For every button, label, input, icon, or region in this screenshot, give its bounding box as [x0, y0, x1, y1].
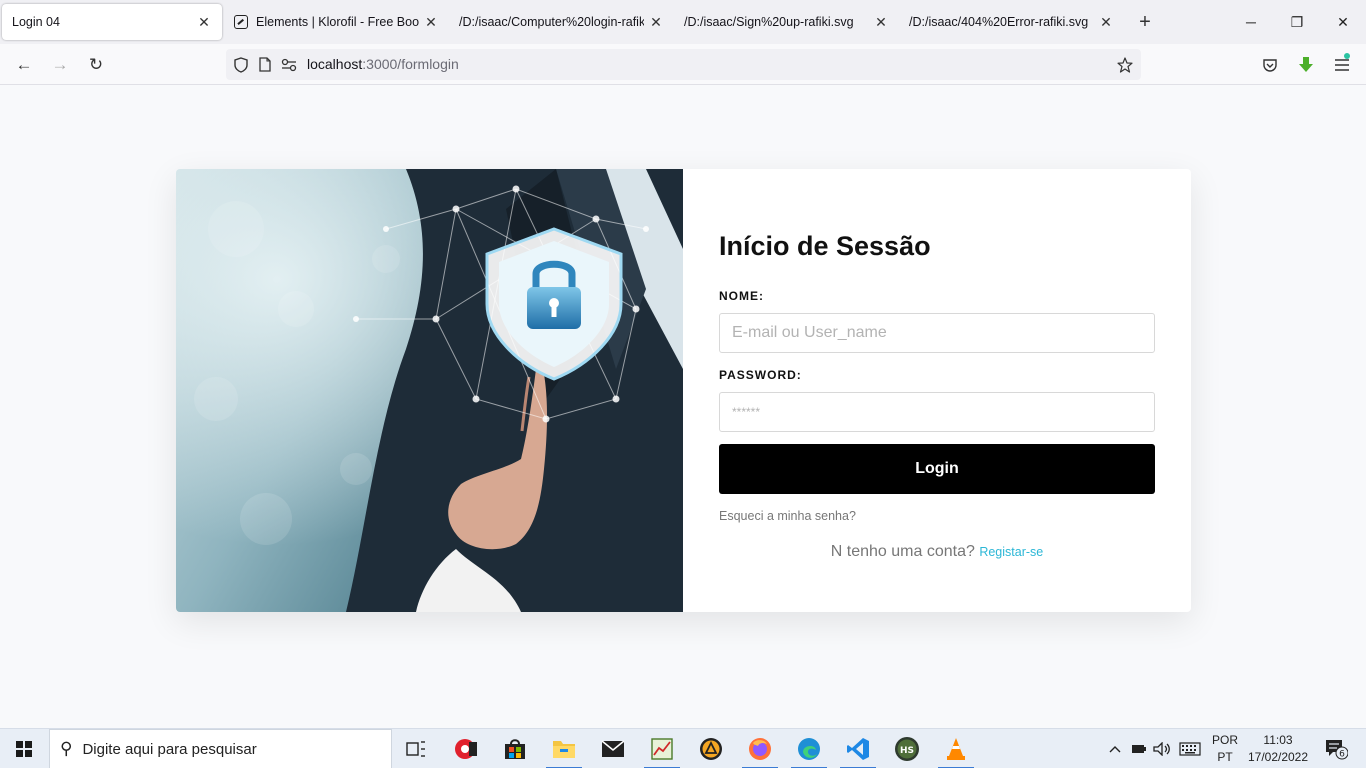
password-label: PASSWORD: — [719, 368, 802, 382]
download-extension-icon[interactable] — [1293, 52, 1319, 78]
register-link[interactable]: Registar-se — [979, 545, 1043, 559]
hs-app-icon[interactable]: HS — [887, 733, 927, 765]
name-input[interactable] — [719, 313, 1155, 353]
clock-date: 17/02/2022 — [1247, 750, 1309, 764]
reload-icon[interactable]: ↻ — [83, 52, 109, 78]
keyboard-layout: PT — [1217, 750, 1233, 764]
tab-login-04[interactable]: Login 04 ✕ — [2, 4, 222, 40]
no-account-text: N tenho uma conta? — [830, 543, 975, 560]
search-placeholder: Digite aqui para pesquisar — [82, 740, 257, 758]
media-app-icon[interactable] — [446, 733, 486, 765]
chart-app-icon[interactable] — [642, 733, 682, 768]
url-path: :3000/formlogin — [362, 55, 459, 72]
windows-logo-icon — [16, 741, 32, 757]
taskbar-search-box[interactable]: ⚲ Digite aqui para pesquisar — [49, 729, 392, 768]
klorofil-icon — [234, 15, 248, 29]
tab-computer-login-svg[interactable]: /D:/isaac/Computer%20login-rafiki.svg ✕ — [449, 0, 674, 44]
input-language[interactable]: POR PT — [1206, 732, 1244, 766]
password-input[interactable] — [719, 392, 1155, 432]
tab-title: /D:/isaac/Computer%20login-rafiki.svg — [459, 15, 644, 29]
login-button[interactable]: Login — [719, 444, 1155, 494]
close-tab-icon[interactable]: ✕ — [423, 14, 439, 30]
forward-arrow-icon[interactable]: → — [47, 52, 73, 78]
forgot-password-link[interactable]: Esqueci a minha senha? — [719, 509, 856, 523]
notification-count: 6 — [1339, 750, 1345, 760]
vscode-icon[interactable] — [838, 733, 878, 768]
login-card: Início de Sessão NOME: PASSWORD: Login E… — [176, 169, 1191, 612]
page-icon[interactable] — [253, 53, 277, 77]
name-label: NOME: — [719, 289, 764, 303]
menu-hamburger-icon[interactable] — [1329, 52, 1355, 78]
permissions-icon[interactable] — [277, 53, 301, 77]
taskbar-clock[interactable]: 11:03 17/02/2022 — [1244, 732, 1312, 766]
close-window-icon[interactable]: ✕ — [1320, 0, 1366, 44]
minimize-icon[interactable]: ─ — [1228, 0, 1274, 44]
close-tab-icon[interactable]: ✕ — [196, 14, 212, 30]
address-bar[interactable]: localhost:3000/formlogin — [226, 49, 1141, 80]
language-code: POR — [1211, 733, 1238, 747]
close-tab-icon[interactable]: ✕ — [873, 14, 889, 30]
firefox-icon[interactable] — [740, 733, 780, 768]
tab-title: Elements | Klorofil - Free Bootstrap — [256, 15, 419, 29]
tab-title: Login 04 — [12, 15, 60, 29]
security-illustration — [176, 169, 683, 612]
show-hidden-icons-chevron-icon[interactable] — [1104, 729, 1126, 768]
notification-center-icon[interactable]: 6 — [1320, 729, 1352, 768]
svg-text:HS: HS — [900, 746, 914, 756]
battery-icon[interactable] — [1128, 729, 1150, 768]
task-view-icon[interactable] — [396, 733, 436, 765]
shield-icon[interactable] — [229, 53, 253, 77]
search-icon: ⚲ — [60, 739, 73, 758]
tab-klorofil-elements[interactable]: Elements | Klorofil - Free Bootstrap ✕ — [224, 0, 449, 44]
close-tab-icon[interactable]: ✕ — [1098, 14, 1114, 30]
navigation-toolbar: ← → ↻ localhost:3000/formlogin — [0, 44, 1366, 85]
vlc-icon[interactable] — [936, 733, 976, 768]
mail-icon[interactable] — [593, 733, 633, 765]
login-title: Início de Sessão — [719, 231, 931, 261]
tab-strip: Login 04 ✕ Elements | Klorofil - Free Bo… — [0, 0, 1366, 44]
microsoft-store-icon[interactable] — [495, 733, 535, 765]
url-host: localhost — [307, 55, 363, 72]
new-tab-plus-icon[interactable]: + — [1130, 7, 1160, 37]
restore-icon[interactable]: ❐ — [1274, 0, 1320, 44]
back-arrow-icon[interactable]: ← — [11, 52, 37, 78]
close-tab-icon[interactable]: ✕ — [648, 14, 664, 30]
tab-404-error-svg[interactable]: /D:/isaac/404%20Error-rafiki.svg ✕ — [899, 0, 1124, 44]
edge-icon[interactable] — [789, 733, 829, 768]
launcher-app-icon[interactable] — [691, 733, 731, 765]
tab-sign-up-svg[interactable]: /D:/isaac/Sign%20up-rafiki.svg ✕ — [674, 0, 899, 44]
bookmark-star-icon[interactable] — [1113, 53, 1137, 77]
volume-icon[interactable] — [1151, 729, 1173, 768]
url-text[interactable]: localhost:3000/formlogin — [307, 56, 459, 74]
update-dot — [1344, 53, 1350, 59]
security-hero-image — [176, 169, 683, 612]
register-prompt: N tenho uma conta? Registar-se — [719, 543, 1155, 561]
keyboard-icon[interactable] — [1176, 729, 1204, 768]
clock-time: 11:03 — [1263, 733, 1293, 747]
start-button[interactable] — [0, 729, 48, 768]
tab-title: /D:/isaac/Sign%20up-rafiki.svg — [684, 15, 854, 29]
file-explorer-icon[interactable] — [544, 733, 584, 768]
windows-taskbar: ⚲ Digite aqui para pesquisar HS POR PT 1… — [0, 728, 1366, 768]
pocket-icon[interactable] — [1257, 52, 1283, 78]
tab-title: /D:/isaac/404%20Error-rafiki.svg — [909, 15, 1089, 29]
window-controls: ─ ❐ ✕ — [1228, 0, 1366, 44]
